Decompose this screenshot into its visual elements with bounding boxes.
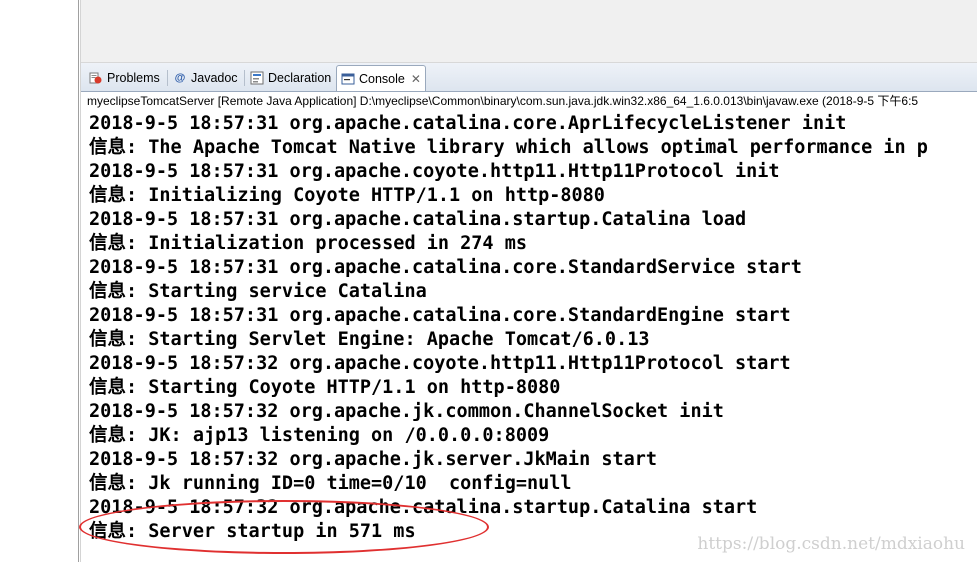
watermark: https://blog.csdn.net/mdxiaohu xyxy=(697,534,965,554)
tab-javadoc-label: Javadoc xyxy=(191,71,238,85)
at-icon: @ xyxy=(174,71,186,84)
console-line: 信息: Starting Coyote HTTP/1.1 on http-808… xyxy=(89,377,561,398)
left-editor-gutter xyxy=(0,0,78,562)
console-line: 信息: The Apache Tomcat Native library whi… xyxy=(89,137,928,158)
console-line: 2018-9-5 18:57:32 org.apache.jk.common.C… xyxy=(89,401,724,422)
tab-declaration[interactable]: Declaration xyxy=(246,66,335,90)
tab-problems[interactable]: Problems xyxy=(85,66,164,90)
annotation-ellipse xyxy=(79,500,489,554)
close-icon[interactable]: ✕ xyxy=(411,72,421,86)
console-line: 信息: Jk running ID=0 time=0/10 config=nul… xyxy=(89,473,572,494)
console-line: 2018-9-5 18:57:32 org.apache.jk.server.J… xyxy=(89,449,658,470)
tab-separator xyxy=(244,70,245,86)
tab-javadoc[interactable]: @ Javadoc xyxy=(169,66,242,90)
tab-console[interactable]: Console ✕ xyxy=(336,65,426,91)
console-line: 2018-9-5 18:57:31 org.apache.catalina.st… xyxy=(89,209,747,230)
console-output: 2018-9-5 18:57:31 org.apache.catalina.co… xyxy=(81,112,977,562)
declaration-icon xyxy=(250,71,264,85)
console-line: 信息: Starting Servlet Engine: Apache Tomc… xyxy=(89,329,650,350)
left-divider xyxy=(78,0,79,562)
editor-area xyxy=(81,0,977,63)
console-line: 信息: Starting service Catalina xyxy=(89,281,427,302)
tab-problems-label: Problems xyxy=(107,71,160,85)
console-line: 2018-9-5 18:57:31 org.apache.coyote.http… xyxy=(89,161,780,182)
tab-console-label: Console xyxy=(359,71,405,86)
console-line: 信息: JK: ajp13 listening on /0.0.0.0:8009 xyxy=(89,425,550,446)
problems-icon xyxy=(89,71,103,85)
console-line: 2018-9-5 18:57:31 org.apache.catalina.co… xyxy=(89,257,802,278)
view-tab-bar: Problems @ Javadoc Declaration Console ✕ xyxy=(81,63,977,92)
console-line: 2018-9-5 18:57:32 org.apache.coyote.http… xyxy=(89,353,791,374)
tab-declaration-label: Declaration xyxy=(268,71,332,85)
console-line: 2018-9-5 18:57:31 org.apache.catalina.co… xyxy=(89,305,791,326)
console-line: 信息: Initialization processed in 274 ms xyxy=(89,233,527,254)
console-icon xyxy=(341,72,355,86)
tab-separator xyxy=(167,70,168,86)
console-process-header: myeclipseTomcatServer [Remote Java Appli… xyxy=(81,92,977,110)
console-line: 2018-9-5 18:57:31 org.apache.catalina.co… xyxy=(89,113,847,134)
console-line: 信息: Initializing Coyote HTTP/1.1 on http… xyxy=(89,185,605,206)
